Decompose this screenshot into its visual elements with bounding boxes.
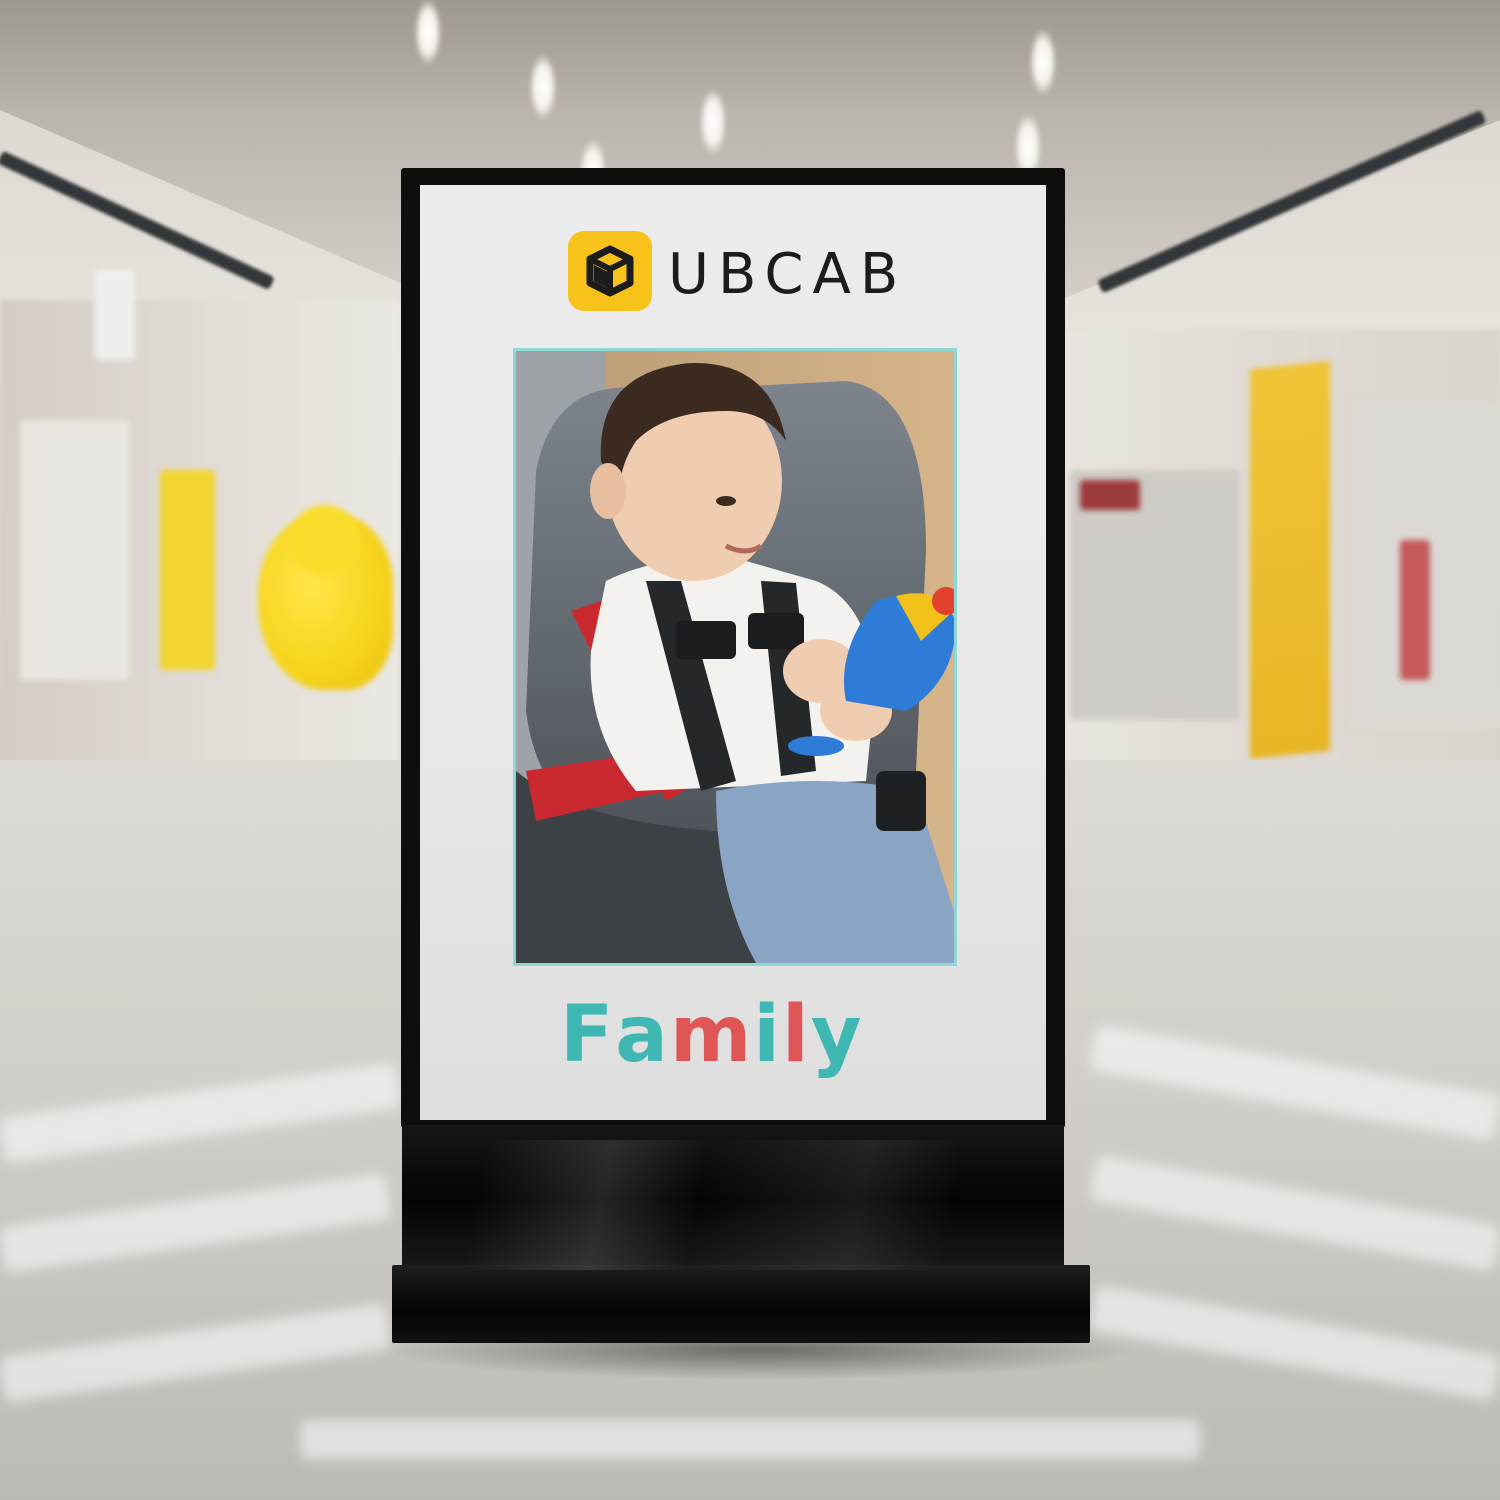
ceiling-light	[700, 90, 726, 154]
yellow-banner	[1250, 360, 1330, 760]
ceiling-light	[415, 0, 441, 64]
shop-display	[160, 470, 215, 670]
yellow-bear-statue-head	[290, 505, 360, 575]
family-letter: i	[753, 990, 782, 1080]
kiosk-foot	[392, 1265, 1090, 1343]
family-letter: l	[781, 990, 811, 1080]
sign	[95, 270, 135, 360]
kiosk-gloss	[420, 1140, 1040, 1270]
ubcab-cube-logo-icon	[568, 231, 652, 311]
family-letter: F	[560, 990, 616, 1080]
family-title: Family	[560, 990, 910, 1080]
shop-sign	[1080, 480, 1140, 510]
family-letter: y	[810, 990, 864, 1080]
floor-reflection	[300, 1420, 1200, 1460]
brand-name: UBCAB	[668, 242, 908, 307]
family-letter: a	[615, 990, 670, 1080]
ceiling-light	[1030, 30, 1056, 94]
shopper	[1400, 540, 1430, 680]
family-letter: m	[669, 990, 754, 1080]
child-car-seat-photo	[513, 348, 957, 966]
shop-window	[20, 420, 130, 680]
ceiling-light	[530, 55, 556, 119]
